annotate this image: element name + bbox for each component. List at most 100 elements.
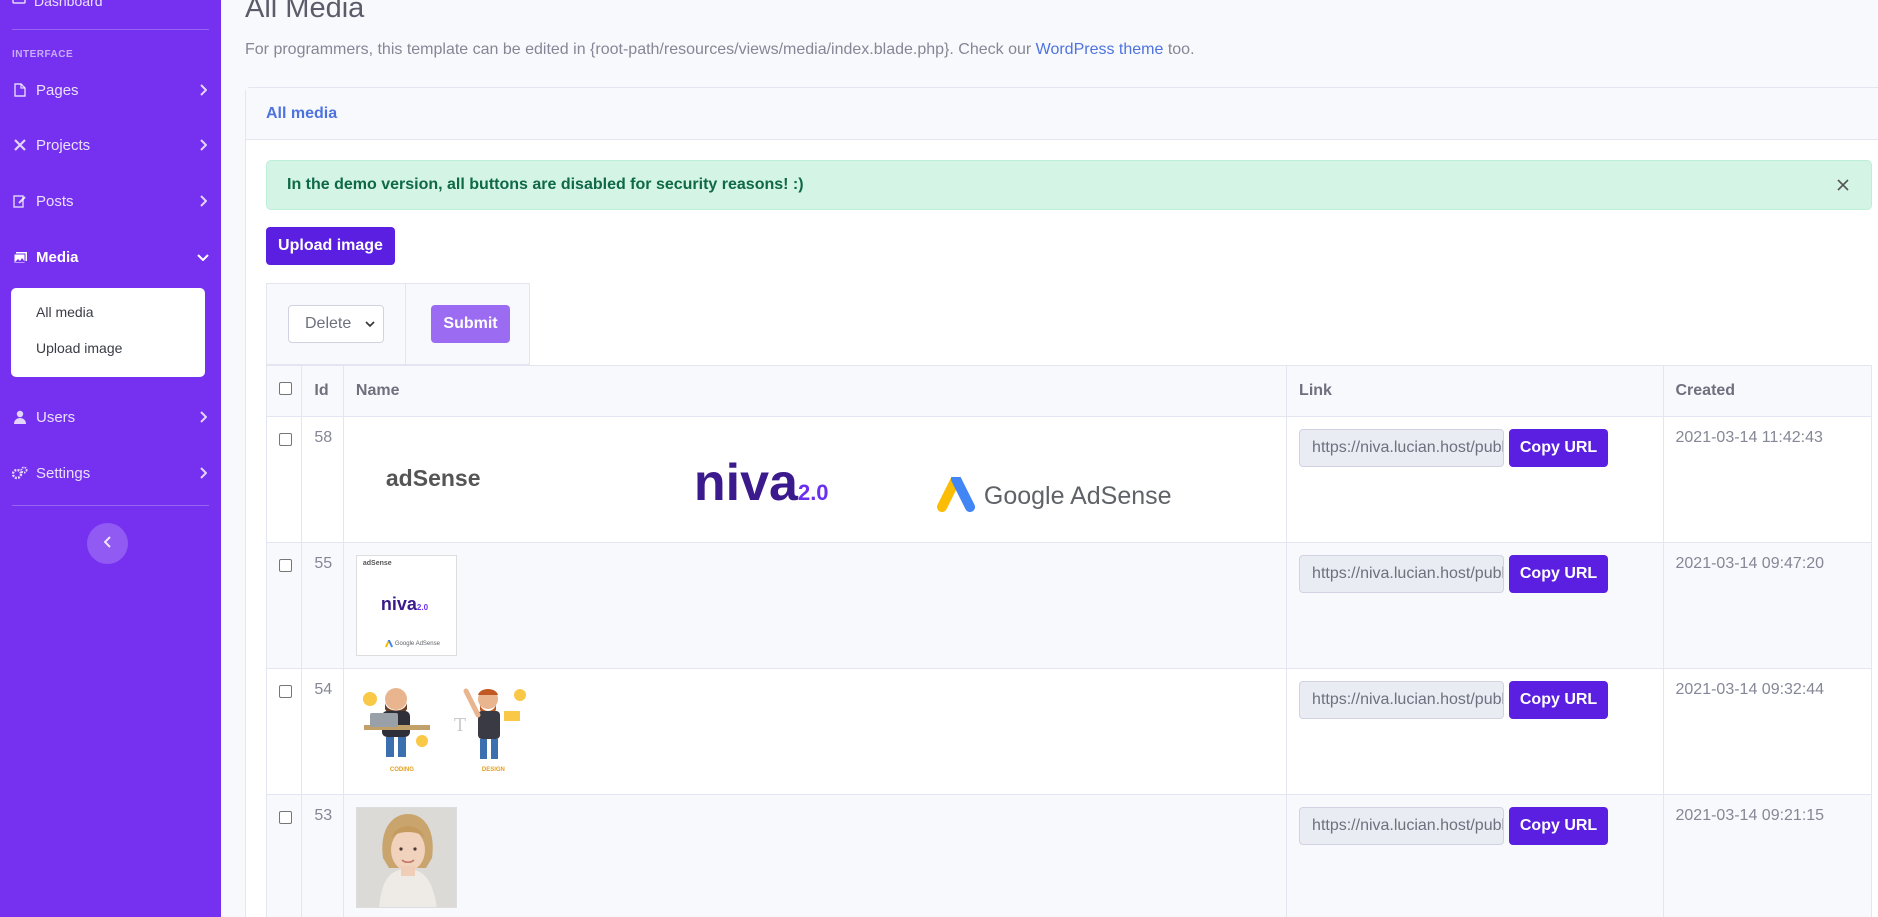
adsense-logo-text: adSense [385,465,481,491]
row-select-cell [265,542,303,669]
row-select-cell [265,794,303,917]
media-thumbnail-wide[interactable]: adSense niva2.0 Google AdSense [344,417,1286,541]
sidebar-item-media[interactable]: Media [12,245,209,269]
table-row: 53 https://niva.lucian.host/pub Copy URL… [265,794,1872,917]
media-thumbnail[interactable]: CODING T DESIGN [356,681,536,782]
row-checkbox[interactable] [279,433,292,446]
url-field[interactable]: https://niva.lucian.host/public/uploads/… [1299,807,1505,845]
bulk-select-cell: Delete [267,284,406,364]
thumb-niva-logo: niva2.0 [381,594,428,615]
adsense-mark-icon [936,477,975,512]
sidebar: Dashboard INTERFACE Pages Projects Posts… [0,0,221,917]
close-icon[interactable] [1835,177,1851,193]
chevron-right-icon [197,84,209,96]
cogs-icon [12,465,28,481]
file-icon [12,82,28,98]
media-card: All media In the demo version, all butto… [245,87,1878,917]
thumb-niva-text: niva [380,594,417,614]
chevron-down-icon [365,315,375,333]
column-header-created: Created [1662,365,1872,417]
select-all-checkbox[interactable] [279,382,292,395]
url-field[interactable]: https://niva.lucian.host/public/uploads/… [1299,429,1505,467]
coding-label: CODING [389,767,414,773]
media-thumbnail[interactable] [355,807,457,908]
dashboard-icon [12,0,26,9]
row-select-cell [265,668,303,795]
row-name: adSense niva2.0 Google AdSense [342,416,1288,543]
sidebar-item-label: Posts [36,192,74,210]
chevron-right-icon [197,139,209,151]
google-adsense-text: Google AdSense [983,481,1172,510]
row-name: CODING T DESIGN [342,668,1288,795]
wordpress-theme-link[interactable]: WordPress theme [1036,41,1164,58]
svg-text:T: T [454,715,466,736]
thumb-google-adsense-text: Google AdSense [394,641,440,647]
bulk-actions: Delete Submit [266,283,530,365]
row-checkbox[interactable] [279,559,292,572]
submenu-all-media[interactable]: All media [11,302,205,338]
table-header-row: Id Name Link Created [265,365,1872,417]
sidebar-item-projects[interactable]: Projects [12,133,209,157]
chevron-right-icon [197,467,209,479]
main-content: All Media For programmers, this template… [221,0,1878,917]
sidebar-item-label: Users [36,408,76,426]
select-all-cell [265,365,303,417]
upload-image-button[interactable]: Upload image [266,227,395,265]
row-checkbox[interactable] [279,811,292,824]
media-table: Id Name Link Created 58 adSense niva2.0 [265,365,1872,917]
row-id: 54 [301,668,344,795]
sidebar-item-label: Projects [36,136,91,154]
copy-url-button[interactable]: Copy URL [1509,555,1609,593]
copy-url-button[interactable]: Copy URL [1509,807,1609,845]
sidebar-toggle-button[interactable] [87,523,128,564]
column-header-name: Name [342,365,1288,417]
row-created: 2021-03-14 11:42:43 [1662,416,1872,543]
portrait-photo [356,808,456,907]
row-link: https://niva.lucian.host/public/uploads/… [1286,668,1664,795]
copy-url-button[interactable]: Copy URL [1509,681,1609,719]
row-created: 2021-03-14 09:32:44 [1662,668,1872,795]
sidebar-item-users[interactable]: Users [12,405,209,429]
url-field[interactable]: https://niva.lucian.host/public/uploads/… [1299,681,1505,719]
column-header-link: Link [1286,365,1664,417]
description-suffix: too. [1163,41,1195,58]
row-id: 58 [301,416,344,543]
sidebar-item-label: Media [36,248,79,266]
media-submenu: All media Upload image [11,288,205,377]
sidebar-divider [12,29,209,30]
chevron-left-icon [103,535,112,553]
sidebar-item-label: Pages [36,81,79,99]
sidebar-heading: INTERFACE [12,49,74,60]
row-name: adSense niva2.0 Google AdSense [342,542,1288,669]
sidebar-divider [12,505,209,506]
table-row: 55 adSense niva2.0 Google AdSense https:… [265,542,1872,669]
row-created: 2021-03-14 09:21:15 [1662,794,1872,917]
user-icon [12,409,28,425]
row-checkbox[interactable] [279,685,292,698]
submenu-upload-image[interactable]: Upload image [11,338,205,374]
row-created: 2021-03-14 09:47:20 [1662,542,1872,669]
design-label: DESIGN [481,767,505,773]
sidebar-item-label: Settings [36,464,91,482]
niva-logo-text: niva [693,454,798,512]
chevron-right-icon [197,411,209,423]
images-icon [12,249,28,265]
sidebar-item-pages[interactable]: Pages [12,78,209,102]
row-id: 53 [301,794,344,917]
sidebar-item-settings[interactable]: Settings [12,461,209,485]
sidebar-item-label: Dashboard [34,0,103,9]
media-thumbnail[interactable]: adSense niva2.0 Google AdSense [355,555,457,656]
row-id: 55 [301,542,344,669]
sidebar-item-posts[interactable]: Posts [12,189,209,213]
table-row: 54 CODING T DESIGN https://niva.lucian.h… [265,668,1872,795]
copy-url-button[interactable]: Copy URL [1509,429,1609,467]
select-value: Delete [305,315,352,332]
demo-alert: In the demo version, all buttons are dis… [266,160,1872,210]
sidebar-item-dashboard[interactable]: Dashboard [12,0,103,9]
table-row: 58 adSense niva2.0 Google AdSense https:… [265,416,1872,543]
row-link: https://niva.lucian.host/public/uploads/… [1286,794,1664,917]
submit-button[interactable]: Submit [431,305,510,343]
row-select-cell [265,416,303,543]
url-field[interactable]: https://niva.lucian.host/public/uploads/… [1299,555,1505,593]
bulk-action-select[interactable]: Delete [288,305,384,343]
